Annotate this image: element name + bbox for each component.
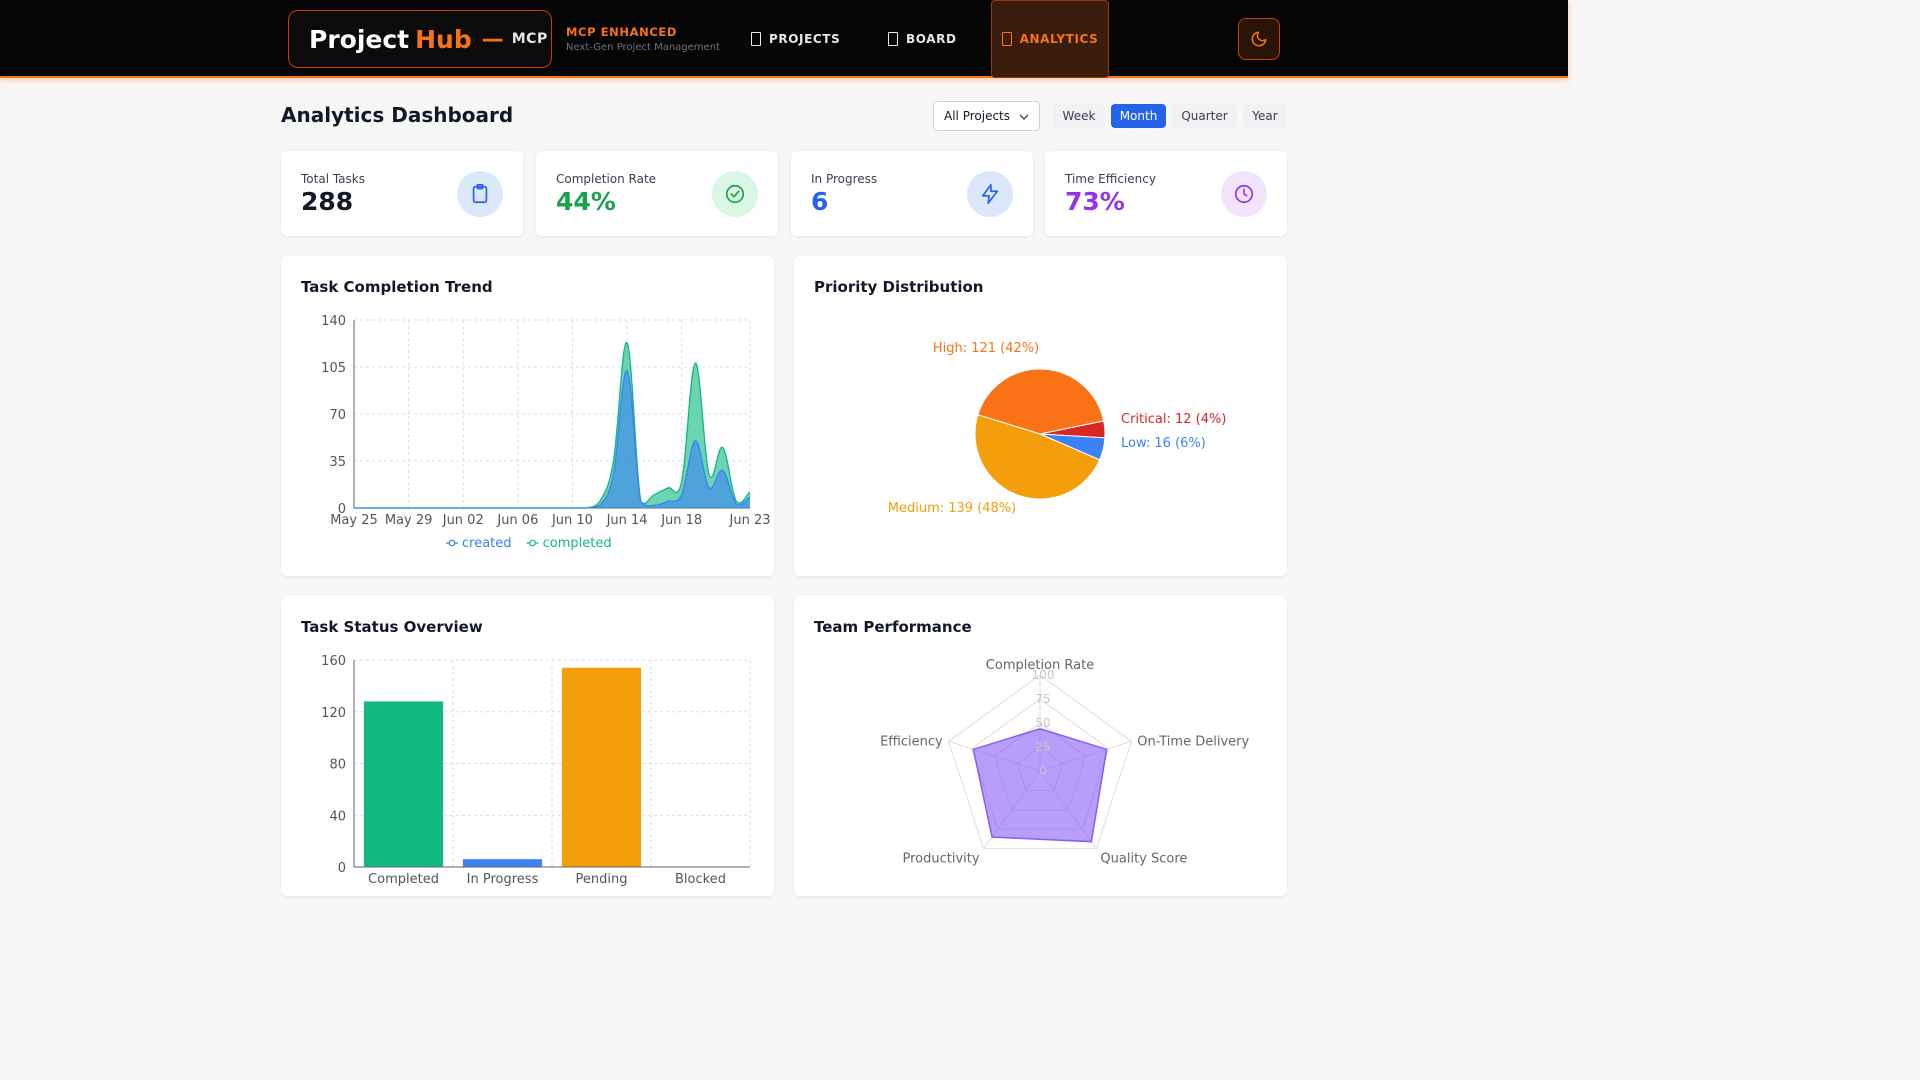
nav-projects-label: PROJECTS xyxy=(769,32,841,46)
radar-tick-label: 75 xyxy=(1035,692,1050,706)
period-year-button[interactable]: Year xyxy=(1243,104,1287,128)
stat-label: Completion Rate xyxy=(556,172,657,186)
radar-axis-label: Efficiency xyxy=(880,734,943,749)
nav-board[interactable]: BOARD xyxy=(888,0,957,78)
nav-projects[interactable]: PROJECTS xyxy=(751,0,840,78)
bar xyxy=(462,859,543,867)
y-tick-label: 80 xyxy=(329,758,346,773)
legend-label: created xyxy=(462,536,512,551)
x-tick-label: Jun 23 xyxy=(729,513,771,528)
project-filter-value: All Projects xyxy=(944,109,1010,123)
radar-axis-label: Quality Score xyxy=(1100,852,1187,867)
nav-analytics[interactable]: ANALYTICS xyxy=(991,0,1109,78)
x-tick-label: Jun 10 xyxy=(551,513,593,528)
team-performance-card: Team Performance 0 25 50 75 100 Completion Ra… xyxy=(794,596,1287,896)
nav-analytics-label: ANALYTICS xyxy=(1019,32,1099,46)
stat-value: 6 xyxy=(811,187,829,216)
brand-hub-text: Hub xyxy=(415,24,472,54)
top-navbar: Project Hub — MCP MCP ENHANCED Next-Gen … xyxy=(0,0,1568,78)
period-month-button[interactable]: Month xyxy=(1111,104,1166,128)
y-tick-label: 0 xyxy=(338,861,346,876)
x-tick-label: Jun 18 xyxy=(660,513,702,528)
legend-label: completed xyxy=(543,536,612,551)
brand-dash: — xyxy=(481,26,504,52)
stat-label: In Progress xyxy=(811,172,878,186)
legend-marker xyxy=(529,539,537,547)
radar-tick-label: 50 xyxy=(1035,716,1050,730)
pie-label: High: 121 (42%) xyxy=(933,341,1039,356)
stat-card-completion-rate: Completion Rate 44% xyxy=(536,151,778,236)
stat-card-in-progress: In Progress 6 xyxy=(791,151,1033,236)
status-bar-chart: 0 40 80 120 160 Completed In Progress Pending Bl… xyxy=(321,654,751,887)
pie-label: Low: 16 (6%) xyxy=(1121,436,1206,451)
task-completion-trend-card: Task Completion Trend 0 35 70 105 140 May 25 M… xyxy=(281,256,774,576)
project-filter-select[interactable]: All Projects xyxy=(933,101,1040,131)
x-tick-label: Jun 02 xyxy=(442,513,484,528)
bar xyxy=(561,667,642,867)
period-week-button[interactable]: Week xyxy=(1053,104,1105,128)
priority-distribution-card: Priority Distribution High: 121 (42%) Cri… xyxy=(794,256,1287,576)
stat-card-total-tasks: Total Tasks 288 xyxy=(281,151,523,236)
radar-tick-label: 25 xyxy=(1035,740,1050,754)
brand-project-text: Project xyxy=(309,24,410,54)
analytics-icon xyxy=(1001,32,1012,46)
x-tick-label: May 29 xyxy=(385,513,433,528)
x-tick-label: Blocked xyxy=(675,872,726,887)
brand-mcp-text: MCP xyxy=(511,31,548,47)
x-tick-label: Pending xyxy=(576,872,628,887)
task-status-overview-card: Task Status Overview 0 40 80 120 160 Complete… xyxy=(281,596,774,896)
bar xyxy=(363,701,444,867)
theme-toggle-button[interactable] xyxy=(1238,18,1280,60)
radar-axis-label: Productivity xyxy=(902,852,979,867)
pie-label: Critical: 12 (4%) xyxy=(1121,412,1226,427)
stat-card-time-efficiency: Time Efficiency 73% xyxy=(1045,151,1287,236)
page-title: Analytics Dashboard xyxy=(281,103,514,127)
y-tick-label: 35 xyxy=(329,455,346,470)
pie-label: Medium: 139 (48%) xyxy=(888,501,1016,516)
stat-label: Time Efficiency xyxy=(1065,172,1156,186)
board-icon xyxy=(888,32,898,46)
team-radar-chart: 0255075100Completion RateOn-Time Deliver… xyxy=(880,658,1249,867)
stat-value: 73% xyxy=(1065,187,1125,216)
stat-label: Total Tasks xyxy=(301,172,365,186)
period-quarter-button[interactable]: Quarter xyxy=(1172,104,1237,128)
stat-value: 288 xyxy=(301,187,354,216)
nav-board-label: BOARD xyxy=(906,32,957,46)
stat-value: 44% xyxy=(556,187,616,216)
x-tick-label: May 25 xyxy=(330,513,378,528)
legend-marker xyxy=(448,539,456,547)
brand-logo[interactable]: Project Hub — MCP xyxy=(288,10,552,68)
y-tick-label: 40 xyxy=(329,809,346,824)
radar-tick-label: 0 xyxy=(1039,764,1047,778)
priority-pie-chart: High: 121 (42%) Critical: 12 (4%) Low: 16 … xyxy=(888,341,1227,516)
x-tick-label: Jun 14 xyxy=(606,513,648,528)
x-tick-label: Completed xyxy=(368,872,439,887)
y-tick-label: 120 xyxy=(321,706,346,721)
moon-icon xyxy=(1251,31,1267,47)
y-tick-label: 105 xyxy=(321,361,346,376)
tagline: MCP ENHANCED Next-Gen Project Management xyxy=(566,25,720,53)
tagline-subtitle: Next-Gen Project Management xyxy=(566,42,720,53)
radar-axis-label: Completion Rate xyxy=(986,658,1094,673)
projects-icon xyxy=(751,32,761,46)
clipboard-icon xyxy=(457,171,503,217)
radar-axis-label: On-Time Delivery xyxy=(1137,734,1249,749)
y-tick-label: 160 xyxy=(321,654,346,669)
check-circle-icon xyxy=(712,171,758,217)
chevron-down-icon xyxy=(1019,114,1029,120)
clock-icon xyxy=(1221,171,1267,217)
trend-chart: 03570105140May 25 May 29 Jun 02 Jun 06 Jun 1… xyxy=(321,314,771,551)
y-tick-label: 70 xyxy=(329,408,346,423)
lightning-icon xyxy=(967,171,1013,217)
x-tick-label: In Progress xyxy=(467,872,539,887)
y-tick-label: 140 xyxy=(321,314,346,329)
tagline-title: MCP ENHANCED xyxy=(566,25,677,39)
x-tick-label: Jun 06 xyxy=(496,513,538,528)
